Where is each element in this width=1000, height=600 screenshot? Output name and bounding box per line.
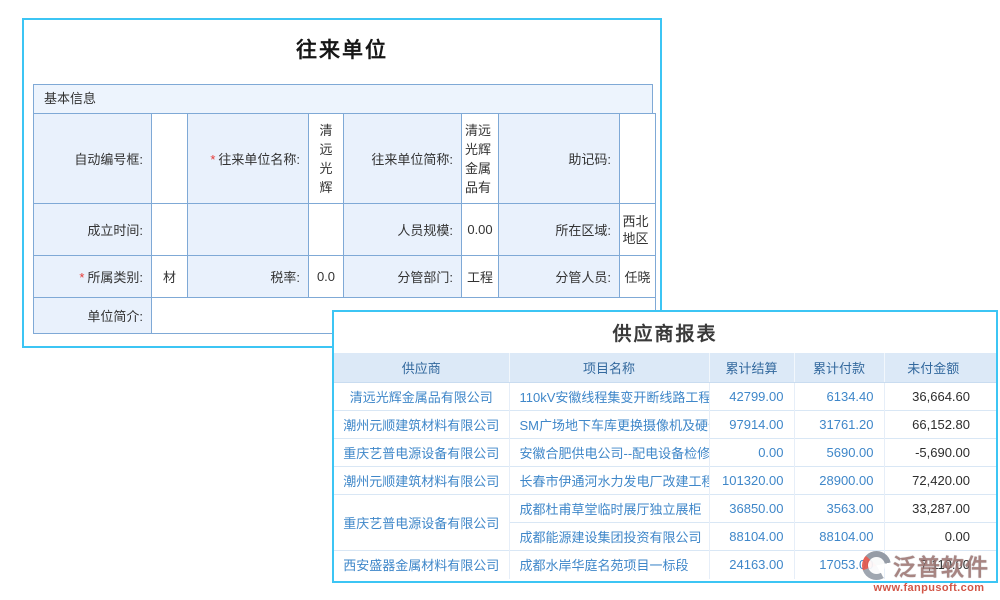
supplier-report-panel: 供应商报表 供应商 项目名称 累计结算 累计付款 未付金额 清远光辉金属品有限公… (332, 310, 998, 583)
paid-value[interactable]: 28900.00 (794, 467, 884, 495)
paid-value[interactable]: 31761.20 (794, 411, 884, 439)
founded-label: 成立时间: (34, 204, 152, 256)
watermark-url: www.fanpusoft.com (862, 582, 996, 594)
table-row: 清远光辉金属品有限公司 110kV安徽线程集变开断线路工程 42799.00 6… (334, 383, 996, 411)
auto-no-field[interactable] (152, 114, 188, 204)
fanpusoft-logo-icon (862, 551, 891, 580)
paid-value[interactable]: 3563.00 (794, 495, 884, 523)
col-header-settled[interactable]: 累计结算 (709, 353, 794, 383)
supplier-report-table: 供应商 项目名称 累计结算 累计付款 未付金额 清远光辉金属品有限公司 110k… (334, 353, 996, 579)
supplier-link[interactable]: 潮州元顺建筑材料有限公司 (334, 411, 509, 439)
col-header-project[interactable]: 项目名称 (509, 353, 709, 383)
manager-label: 分管人员: (499, 256, 620, 298)
project-link[interactable]: 110kV安徽线程集变开断线路工程 (509, 383, 709, 411)
unpaid-value: 66,152.80 (884, 411, 996, 439)
project-link[interactable]: 成都水岸华庭名苑项目一标段 (509, 551, 709, 579)
settled-value[interactable]: 24163.00 (709, 551, 794, 579)
col-header-supplier[interactable]: 供应商 (334, 353, 509, 383)
required-marker: * (79, 270, 84, 285)
intro-label: 单位简介: (34, 298, 152, 334)
unpaid-value: 72,420.00 (884, 467, 996, 495)
table-row: 潮州元顺建筑材料有限公司 SM广场地下车库更换摄像机及硬化 97914.00 3… (334, 411, 996, 439)
report-header-row: 供应商 项目名称 累计结算 累计付款 未付金额 (334, 353, 996, 383)
project-link[interactable]: 成都能源建设集团投资有限公司 (509, 523, 709, 551)
region-field[interactable]: 西北地区 (620, 204, 656, 256)
basic-info-form: 自动编号框: *往来单位名称: 清远光辉 往来单位简称: 清远光辉金属品有 助记… (33, 113, 656, 334)
basic-info-section-header: 基本信息 (33, 84, 653, 114)
section-title: 基本信息 (44, 91, 96, 106)
business-unit-panel: 往来单位 基本信息 自动编号框: *往来单位名称: 清远光辉 往来单位简称: 清… (22, 18, 662, 348)
unpaid-value: 36,664.60 (884, 383, 996, 411)
mnemonic-field[interactable] (620, 114, 656, 204)
staff-scale-label: 人员规模: (344, 204, 462, 256)
supplier-link[interactable]: 重庆艺普电源设备有限公司 (334, 439, 509, 467)
supplier-link[interactable]: 潮州元顺建筑材料有限公司 (334, 467, 509, 495)
watermark: 泛普软件 www.fanpusoft.com (862, 548, 996, 594)
region-label: 所在区域: (499, 204, 620, 256)
table-row: 重庆艺普电源设备有限公司 安徽合肥供电公司--配电设备检修 0.00 5690.… (334, 439, 996, 467)
category-label: *所属类别: (34, 256, 152, 298)
form-title: 往来单位 (24, 34, 660, 64)
supplier-link[interactable]: 西安盛器金属材料有限公司 (334, 551, 509, 579)
category-field[interactable]: 材 (152, 256, 188, 298)
auto-no-label: 自动编号框: (34, 114, 152, 204)
department-label: 分管部门: (344, 256, 462, 298)
project-link[interactable]: SM广场地下车库更换摄像机及硬化 (509, 411, 709, 439)
required-marker: * (210, 152, 215, 167)
mnemonic-label: 助记码: (499, 114, 620, 204)
unit-name-field[interactable]: 清远光辉 (309, 114, 344, 204)
unpaid-value: 33,287.00 (884, 495, 996, 523)
unit-short-label: 往来单位简称: (344, 114, 462, 204)
col-header-paid[interactable]: 累计付款 (794, 353, 884, 383)
manager-field[interactable]: 任晓 (620, 256, 656, 298)
settled-value[interactable]: 97914.00 (709, 411, 794, 439)
screenshot-stage: 往来单位 基本信息 自动编号框: *往来单位名称: 清远光辉 往来单位简称: 清… (0, 0, 1000, 600)
paid-value[interactable]: 5690.00 (794, 439, 884, 467)
table-row: 重庆艺普电源设备有限公司 成都杜甫草堂临时展厅独立展柜 36850.00 356… (334, 495, 996, 523)
supplier-link[interactable]: 清远光辉金属品有限公司 (334, 383, 509, 411)
unit-short-field[interactable]: 清远光辉金属品有 (462, 114, 499, 204)
unit-name-label: *往来单位名称: (188, 114, 309, 204)
watermark-brand: 泛普软件 (893, 548, 989, 582)
unpaid-value: 0.00 (884, 523, 996, 551)
tax-rate-field[interactable]: 0.0 (309, 256, 344, 298)
table-row: 潮州元顺建筑材料有限公司 长春市伊通河水力发电厂改建工程 101320.00 2… (334, 467, 996, 495)
empty-label-cell (188, 204, 309, 256)
project-link[interactable]: 长春市伊通河水力发电厂改建工程 (509, 467, 709, 495)
report-title: 供应商报表 (334, 312, 996, 353)
settled-value[interactable]: 0.00 (709, 439, 794, 467)
settled-value[interactable]: 88104.00 (709, 523, 794, 551)
project-link[interactable]: 安徽合肥供电公司--配电设备检修 (509, 439, 709, 467)
empty-value-cell (309, 204, 344, 256)
paid-value[interactable]: 88104.00 (794, 523, 884, 551)
settled-value[interactable]: 101320.00 (709, 467, 794, 495)
staff-scale-field[interactable]: 0.00 (462, 204, 499, 256)
project-link[interactable]: 成都杜甫草堂临时展厅独立展柜 (509, 495, 709, 523)
founded-field[interactable] (152, 204, 188, 256)
department-field[interactable]: 工程 (462, 256, 499, 298)
settled-value[interactable]: 36850.00 (709, 495, 794, 523)
col-header-unpaid[interactable]: 未付金额 (884, 353, 996, 383)
settled-value[interactable]: 42799.00 (709, 383, 794, 411)
unpaid-value: -5,690.00 (884, 439, 996, 467)
paid-value[interactable]: 6134.40 (794, 383, 884, 411)
tax-rate-label: 税率: (188, 256, 309, 298)
supplier-link[interactable]: 重庆艺普电源设备有限公司 (334, 495, 509, 551)
